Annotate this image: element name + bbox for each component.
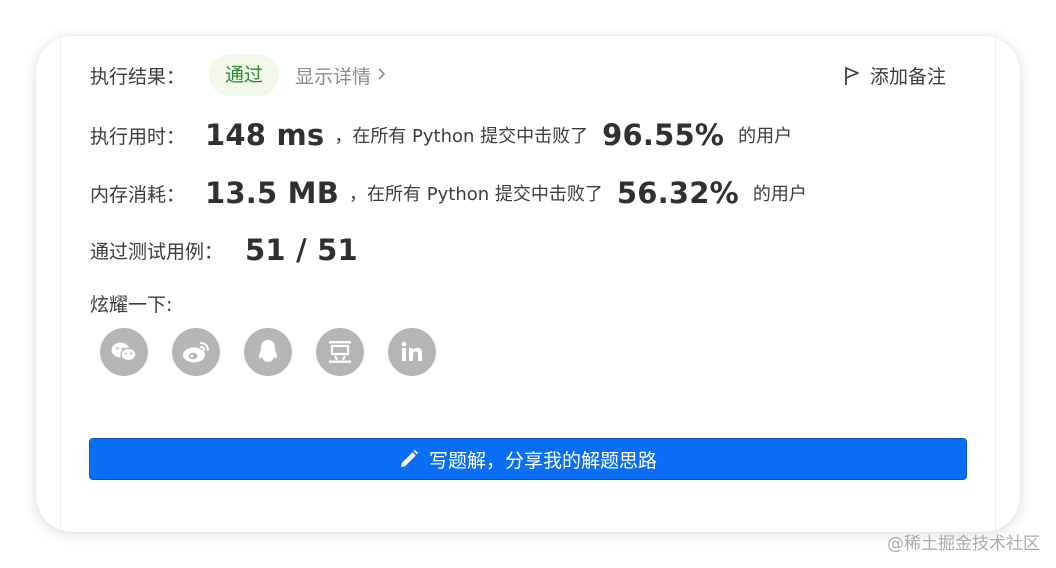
show-details-link[interactable]: 显示详情 <box>295 62 386 89</box>
runtime-percent: 96.55% <box>602 118 725 152</box>
tests-label: 通过测试用例： <box>90 240 224 263</box>
submission-result-card: 执行结果： 通过 显示详情 添加备注 执行用时： 148 ms ，在所有 Pyt… <box>36 36 1020 532</box>
show-details-label: 显示详情 <box>295 65 372 88</box>
status-badge: 通过 <box>209 54 280 96</box>
card-inner-border-left <box>60 36 61 532</box>
write-solution-button[interactable]: 写题解，分享我的解题思路 <box>89 438 967 480</box>
share-icons <box>100 328 460 376</box>
douban-icon[interactable] <box>316 328 364 376</box>
flag-icon <box>845 66 859 85</box>
runtime-suffix: 的用户 <box>738 126 793 147</box>
memory-middle-text: ，在所有 Python 提交中击败了 <box>349 184 603 205</box>
result-row: 执行结果： 通过 显示详情 <box>90 54 386 96</box>
runtime-middle-text: ，在所有 Python 提交中击败了 <box>334 126 589 147</box>
result-label: 执行结果： <box>90 65 186 88</box>
runtime-row: 执行用时： 148 ms ，在所有 Python 提交中击败了 96.55% 的… <box>90 114 792 156</box>
memory-value: 13.5 MB <box>205 176 340 210</box>
runtime-value: 148 ms <box>205 118 325 152</box>
memory-suffix: 的用户 <box>752 184 807 205</box>
card-inner-border-right <box>995 36 996 532</box>
add-note-label: 添加备注 <box>869 66 946 88</box>
wechat-icon[interactable] <box>100 328 148 376</box>
share-row-label: 炫耀一下: <box>90 288 172 318</box>
write-solution-label: 写题解，分享我的解题思路 <box>428 449 657 472</box>
share-label: 炫耀一下: <box>90 293 173 316</box>
memory-label: 内存消耗： <box>90 183 186 206</box>
tests-value: 51 / 51 <box>245 233 358 267</box>
memory-percent: 56.32% <box>616 176 739 210</box>
screenshot-stage: 执行结果： 通过 显示详情 添加备注 执行用时： 148 ms ，在所有 Pyt… <box>0 0 1056 568</box>
watermark: @稀土掘金技术社区 <box>887 534 1040 554</box>
pencil-icon <box>400 449 419 467</box>
runtime-label: 执行用时： <box>90 125 186 148</box>
chevron-right-icon <box>377 66 386 85</box>
linkedin-icon[interactable] <box>388 328 436 376</box>
tests-row: 通过测试用例： 51 / 51 <box>90 229 358 271</box>
memory-row: 内存消耗： 13.5 MB ，在所有 Python 提交中击败了 56.32% … <box>90 172 807 214</box>
weibo-icon[interactable] <box>172 328 220 376</box>
add-note-button[interactable]: 添加备注 <box>844 62 946 89</box>
qq-icon[interactable] <box>244 328 292 376</box>
